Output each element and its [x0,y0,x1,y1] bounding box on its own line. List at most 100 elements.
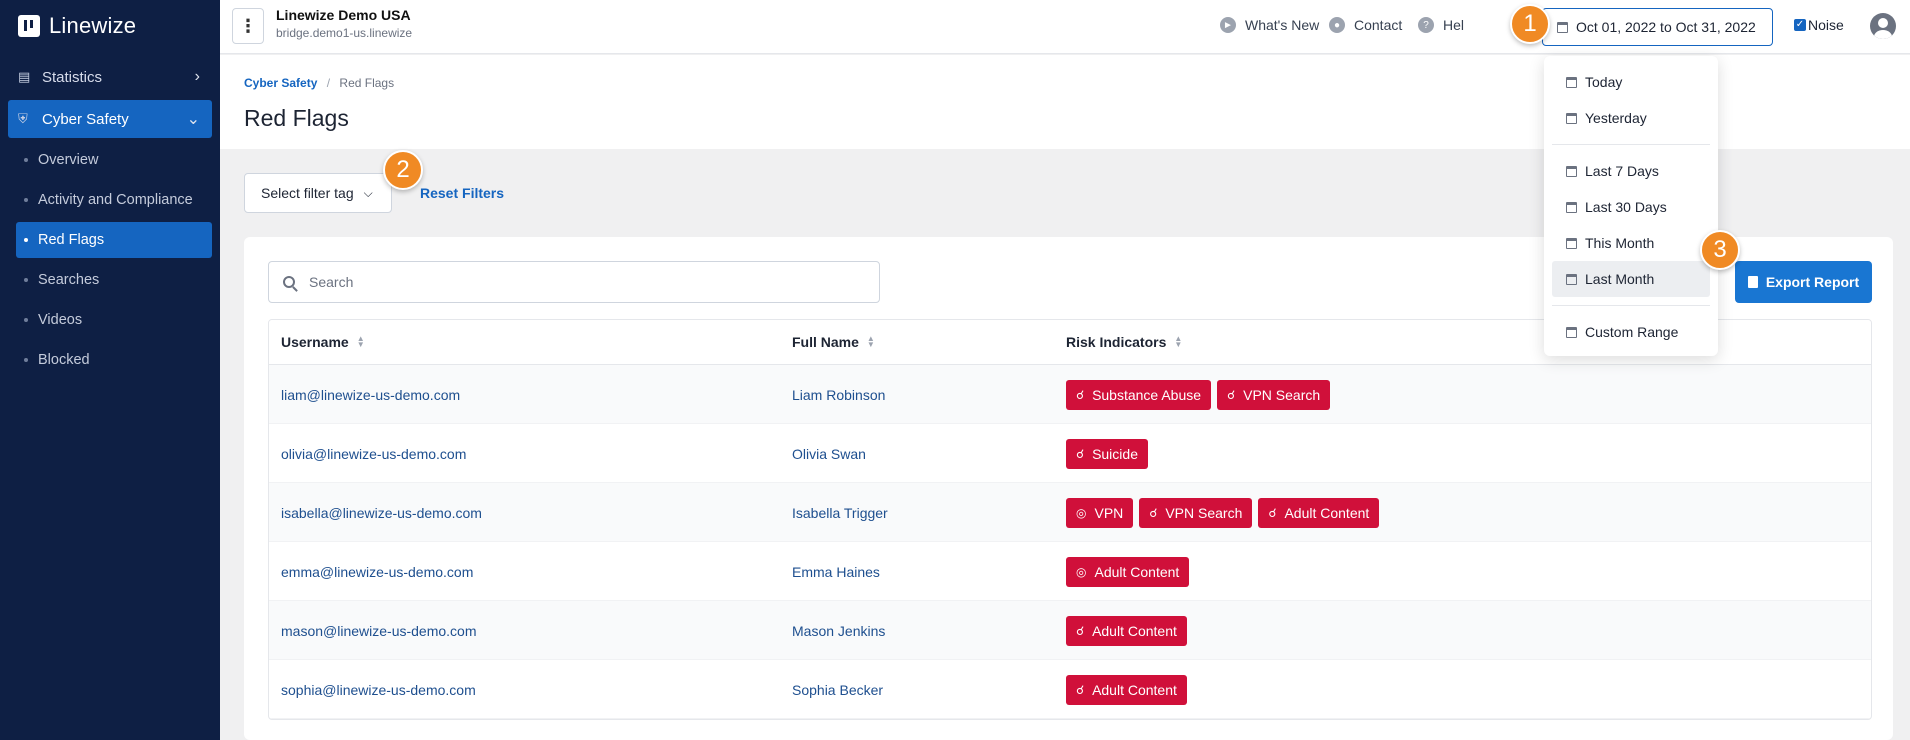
search-icon: ☌ [1076,446,1085,461]
sidebar-item-searches[interactable]: Searches [16,262,212,298]
contact-link[interactable]: ● Contact [1329,17,1402,33]
risk-indicator-tag[interactable]: ☌ Suicide [1066,438,1148,469]
shield-icon: ⛨ [18,111,28,126]
sidebar-item-overview[interactable]: Overview [16,142,212,178]
sidebar-item-activity-and-compliance[interactable]: Activity and Compliance [16,182,212,218]
reset-filters-link[interactable]: Reset Filters [420,185,504,201]
date-option-label: This Month [1585,235,1655,251]
username-cell[interactable]: mason@linewize-us-demo.com [281,601,477,660]
logo[interactable]: Linewize [0,0,220,52]
sidebar-item-red-flags[interactable]: Red Flags [16,222,212,258]
whats-new-link[interactable]: ► What's New [1220,17,1319,33]
help-link[interactable]: ? Hel [1418,17,1464,33]
sidebar-item-statistics[interactable]: ▤ Statistics › [8,58,212,96]
sort-icon: ▲ ▼ [1174,334,1183,349]
sidebar-item-videos[interactable]: Videos [16,302,212,338]
username-cell[interactable]: isabella@linewize-us-demo.com [281,483,482,542]
risk-indicator-tag[interactable]: ◎ VPN [1066,497,1134,528]
date-option-last-month[interactable]: Last Month [1552,261,1710,297]
full-name-cell[interactable]: Liam Robinson [792,365,885,424]
table-row[interactable]: isabella@linewize-us-demo.com Isabella T… [269,483,1871,542]
noise-toggle[interactable]: ✓ Noise [1794,17,1844,33]
risk-indicator-tag[interactable]: ☌ Substance Abuse [1066,379,1212,410]
page-title: Red Flags [244,105,349,131]
dropdown-divider [1552,144,1710,145]
table-row[interactable]: sophia@linewize-us-demo.com Sophia Becke… [269,660,1871,719]
full-name-cell[interactable]: Sophia Becker [792,660,883,719]
full-name-cell[interactable]: Isabella Trigger [792,483,888,542]
contact-label: Contact [1354,17,1403,33]
sidebar-item-blocked[interactable]: Blocked [16,342,212,378]
date-option-this-month[interactable]: This Month [1552,225,1710,261]
username-cell[interactable]: liam@linewize-us-demo.com [281,365,460,424]
bullet-icon [24,238,28,242]
risk-indicators-cell: ◎ VPN ☌ VPN Search ☌ Adult Content [1066,483,1385,542]
date-option-custom-range[interactable]: Custom Range [1552,314,1710,350]
sidebar-item-cyber-safety[interactable]: ⛨ Cyber Safety ⌄ [8,100,212,138]
sidebar-item-label: Activity and Compliance [38,192,193,208]
calendar-icon [1566,165,1577,177]
risk-indicator-tag[interactable]: ☌ Adult Content [1066,674,1187,705]
noise-checkbox[interactable]: ✓ [1794,19,1806,31]
globe-icon: ◎ [1076,505,1087,520]
filter-tag-select[interactable]: Select filter tag ⌵ [244,173,392,213]
column-header-label: Risk Indicators [1066,334,1167,350]
sidebar: Linewize ▤ Statistics › ⛨ Cyber Safety ⌄… [0,0,220,740]
breadcrumb-current: Red Flags [339,76,395,90]
export-report-button[interactable]: Export Report [1735,261,1872,303]
breadcrumb-cyber-safety[interactable]: Cyber Safety [244,76,317,90]
chat-icon: ● [1329,17,1345,33]
search-icon: ☌ [1268,505,1277,520]
search-icon [283,276,295,288]
username-cell[interactable]: olivia@linewize-us-demo.com [281,424,466,483]
sidebar-item-label: Cyber Safety [42,110,129,128]
globe-icon: ◎ [1076,564,1087,579]
table-row[interactable]: olivia@linewize-us-demo.com Olivia Swan … [269,424,1871,483]
risk-indicator-label: VPN Search [1243,386,1321,403]
risk-indicator-tag[interactable]: ☌ VPN Search [1139,497,1253,528]
dropdown-divider [1552,305,1710,306]
breadcrumb-separator: / [326,76,331,90]
username-cell[interactable]: emma@linewize-us-demo.com [281,542,473,601]
risk-indicator-tag[interactable]: ◎ Adult Content [1066,556,1190,587]
risk-indicators-cell: ☌ Adult Content [1066,660,1193,719]
risk-indicators-cell: ☌ Suicide [1066,424,1154,483]
org-title: Linewize Demo USA [276,7,411,23]
date-range-dropdown: Today Yesterday Last 7 Days Last 30 Days… [1544,56,1718,356]
search-icon: ☌ [1149,505,1158,520]
search-icon: ☌ [1227,387,1236,402]
risk-indicator-label: Adult Content [1094,563,1180,580]
sidebar-item-label: Searches [38,272,100,288]
username-cell[interactable]: sophia@linewize-us-demo.com [281,660,476,719]
column-header-full-name[interactable]: Full Name ▲ ▼ [792,334,875,350]
table-row[interactable]: mason@linewize-us-demo.com Mason Jenkins… [269,601,1871,660]
table-row[interactable]: liam@linewize-us-demo.com Liam Robinson … [269,365,1871,424]
date-option-yesterday[interactable]: Yesterday [1552,100,1710,136]
risk-indicators-cell: ☌ Substance Abuse ☌ VPN Search [1066,365,1336,424]
date-option-label: Last 7 Days [1585,163,1659,179]
red-flags-table: Username ▲ ▼ Full Name ▲ ▼ Risk Indicators… [268,319,1872,720]
column-header-risk-indicators[interactable]: Risk Indicators ▲ ▼ [1066,334,1182,350]
help-icon: ? [1418,17,1434,33]
table-row[interactable]: emma@linewize-us-demo.com Emma Haines ◎ … [269,542,1871,601]
user-avatar-icon[interactable] [1870,13,1896,39]
search-input[interactable]: Search [268,261,880,303]
kebab-icon: ⋮ [239,15,257,36]
sidebar-item-label: Statistics [42,68,103,86]
sidebar-item-label: Blocked [38,352,90,368]
date-option-last-30-days[interactable]: Last 30 Days [1552,189,1710,225]
full-name-cell[interactable]: Mason Jenkins [792,601,885,660]
date-option-today[interactable]: Today [1552,64,1710,100]
date-option-last-7-days[interactable]: Last 7 Days [1552,153,1710,189]
risk-indicator-tag[interactable]: ☌ Adult Content [1066,615,1187,646]
table-body: liam@linewize-us-demo.com Liam Robinson … [269,365,1871,719]
full-name-cell[interactable]: Olivia Swan [792,424,866,483]
risk-indicator-tag[interactable]: ☌ Adult Content [1258,497,1380,528]
date-range-button[interactable]: Oct 01, 2022 to Oct 31, 2022 [1542,8,1773,46]
more-options-button[interactable]: ⋮ [232,8,264,44]
column-header-username[interactable]: Username ▲ ▼ [281,334,365,350]
risk-indicator-label: Suicide [1092,445,1138,462]
full-name-cell[interactable]: Emma Haines [792,542,880,601]
risk-indicator-tag[interactable]: ☌ VPN Search [1217,379,1331,410]
top-bar: ⋮ Linewize Demo USA bridge.demo1-us.line… [220,0,1910,54]
